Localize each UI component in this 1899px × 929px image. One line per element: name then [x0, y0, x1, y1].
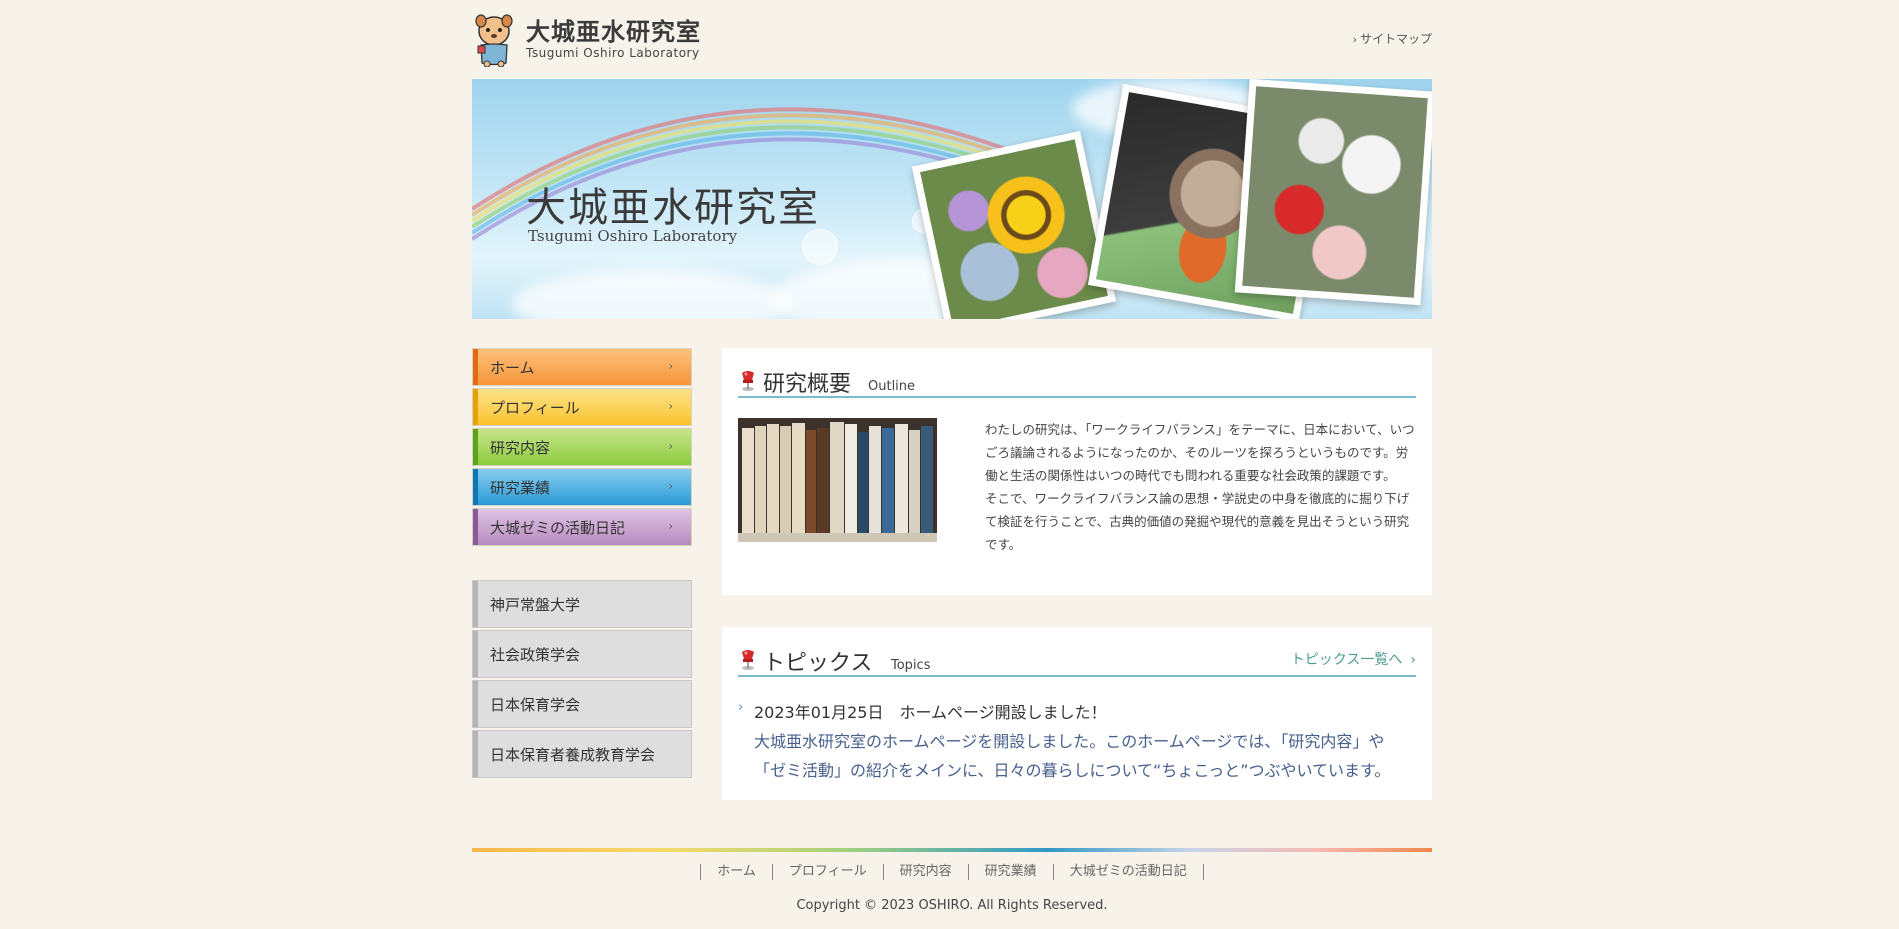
chevron-right-icon: › — [1410, 652, 1416, 668]
logo-subtitle: Tsugumi Oshiro Laboratory — [526, 46, 700, 60]
topic-body: 大城亜水研究室のホームページを開設しました。このホームページでは、「研究内容」や… — [754, 732, 1391, 780]
section-title-en: Topics — [891, 658, 931, 673]
external-links: 神戸常盤大学 社会政策学会 日本保育学会 日本保育者養成教育学会 — [472, 580, 692, 780]
nav-item-label: 研究業績 — [490, 478, 551, 497]
section-header: 研究概要 Outline — [738, 366, 1416, 398]
outline-section: 研究概要 Outline わたしの研究は、「ワークライフバランス」をテーマに、日… — [722, 348, 1432, 595]
topic-date-title: › 2023年01月25日 ホームページ開設しました！ — [738, 699, 1416, 723]
chevron-right-icon: › — [668, 519, 673, 533]
link-label: 日本保育者養成教育学会 — [490, 745, 656, 764]
footer-link-profile[interactable]: プロフィール — [771, 864, 883, 880]
section-header: トピックス Topics トピックス一覧へ › — [738, 645, 1416, 677]
link-label: 神戸常盤大学 — [490, 595, 581, 614]
chevron-right-icon: › — [668, 359, 673, 373]
nav-item-home[interactable]: ホーム › — [472, 348, 692, 386]
section-title: トピックス — [763, 651, 873, 676]
chevron-right-icon: › — [1352, 33, 1357, 46]
footer-link-home[interactable]: ホーム — [700, 864, 772, 880]
nav-item-achievements[interactable]: 研究業績 › — [472, 468, 692, 506]
global-nav: ホーム › プロフィール › 研究内容 › 研究業績 › 大城ゼミの活動日記 › — [472, 348, 692, 548]
hero-title: 大城亜水研究室 — [526, 185, 820, 231]
nav-item-seminar-diary[interactable]: 大城ゼミの活動日記 › — [472, 508, 692, 546]
footer-nav: ホーム プロフィール 研究内容 研究業績 大城ゼミの活動日記 — [472, 864, 1432, 880]
topics-section: トピックス Topics トピックス一覧へ › › 2023年01月25日 ホームペ… — [722, 627, 1432, 800]
outline-paragraph-2: そこで、ワークライフバランス論の思想・学説史の中身を徹底的に掘り下げて検証を行う… — [985, 491, 1410, 552]
footer-link-research[interactable]: 研究内容 — [882, 864, 968, 880]
chevron-right-icon: › — [668, 439, 673, 453]
chevron-right-icon: › — [738, 700, 744, 715]
topic-item[interactable]: › 2023年01月25日 ホームページ開設しました！ 大城亜水研究室のホームペー… — [738, 699, 1416, 785]
footer-link-seminar-diary[interactable]: 大城ゼミの活動日記 — [1052, 864, 1204, 880]
logo-text: 大城亜水研究室 Tsugumi Oshiro Laboratory — [526, 19, 701, 61]
nav-item-label: 大城ゼミの活動日記 — [490, 518, 626, 537]
site-logo[interactable]: 大城亜水研究室 Tsugumi Oshiro Laboratory — [472, 12, 701, 68]
bookshelf-photo — [738, 418, 937, 542]
section-title-en: Outline — [868, 379, 916, 394]
chevron-right-icon: › — [668, 479, 673, 493]
link-childcare-society[interactable]: 日本保育学会 — [472, 680, 692, 728]
topics-list-link[interactable]: トピックス一覧へ › — [1291, 649, 1416, 669]
pushpin-icon — [738, 370, 758, 392]
link-label: 社会政策学会 — [490, 645, 581, 664]
outline-paragraph-1: わたしの研究は、「ワークライフバランス」をテーマに、日本において、いつごろ議論さ… — [985, 422, 1415, 483]
mascot-logo-icon — [472, 13, 516, 68]
page-wrapper: 大城亜水研究室 Tsugumi Oshiro Laboratory › サイトマッ… — [472, 0, 1432, 929]
hero-subtitle: Tsugumi Oshiro Laboratory — [528, 227, 738, 245]
topics-list-label: トピックス一覧へ — [1290, 652, 1403, 668]
sitemap-label: サイトマップ — [1359, 32, 1432, 46]
sitemap-link[interactable]: › サイトマップ — [1353, 30, 1432, 47]
pushpin-icon — [738, 649, 758, 671]
flowers-photo — [911, 131, 1117, 319]
hero-banner: 大城亜水研究室 Tsugumi Oshiro Laboratory — [472, 79, 1432, 319]
link-childcare-education-society[interactable]: 日本保育者養成教育学会 — [472, 730, 692, 778]
link-social-policy-society[interactable]: 社会政策学会 — [472, 630, 692, 678]
copyright: Copyright © 2023 OSHIRO. All Rights Rese… — [796, 898, 1108, 913]
chevron-right-icon: › — [668, 399, 673, 413]
nav-item-label: 研究内容 — [490, 438, 551, 457]
nav-item-label: プロフィール — [490, 398, 580, 417]
logo-title: 大城亜水研究室 — [526, 18, 701, 46]
nav-item-profile[interactable]: プロフィール › — [472, 388, 692, 426]
footer-link-achievements[interactable]: 研究業績 — [967, 864, 1053, 880]
footer-rainbow-bar — [472, 848, 1432, 852]
outline-description: わたしの研究は、「ワークライフバランス」をテーマに、日本において、いつごろ議論さ… — [985, 418, 1417, 556]
section-title: 研究概要 — [763, 372, 852, 397]
nav-item-research[interactable]: 研究内容 › — [472, 428, 692, 466]
roses-photo — [1234, 79, 1432, 306]
link-label: 日本保育学会 — [490, 695, 581, 714]
nav-item-label: ホーム — [490, 358, 535, 377]
topic-heading: 2023年01月25日 ホームページ開設しました！ — [754, 703, 1107, 722]
bokeh-decoration — [802, 229, 838, 265]
link-kobe-tokiwa-university[interactable]: 神戸常盤大学 — [472, 580, 692, 628]
